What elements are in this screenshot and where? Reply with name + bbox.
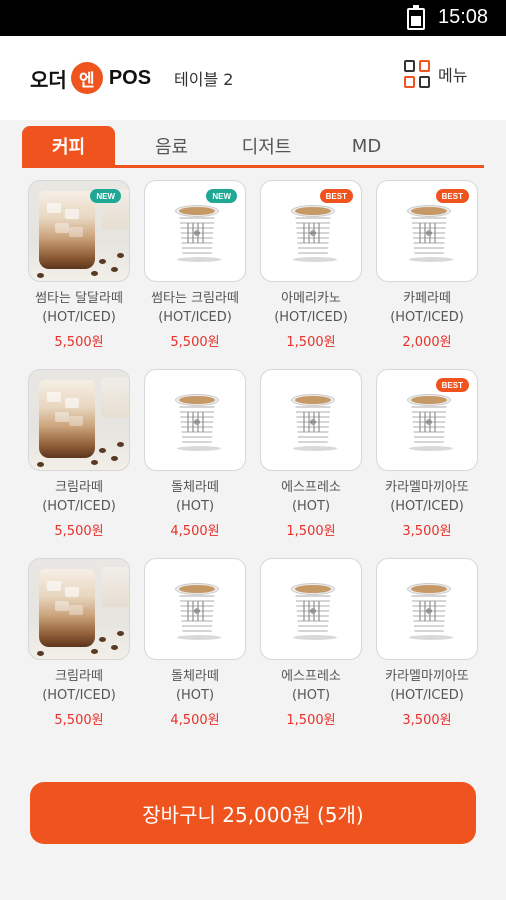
product-card[interactable]: 카라멜마끼아또 (HOT/ICED) 3,500원	[376, 558, 478, 728]
product-price: 1,500원	[286, 335, 336, 350]
tab-md[interactable]: MD	[320, 126, 413, 166]
product-name: 돌체라떼	[171, 480, 219, 495]
clock: 15:08	[438, 6, 489, 28]
product-image: BEST	[260, 180, 362, 282]
product-image	[144, 558, 246, 660]
product-card[interactable]: BEST 카라멜마끼아또 (HOT/ICED) 3,500원	[376, 369, 478, 539]
product-name-block: 크림라떼 (HOT/ICED)	[28, 478, 130, 516]
product-name-block: 돌체라떼 (HOT)	[144, 667, 246, 705]
product-temp: (HOT/ICED)	[158, 310, 232, 325]
product-price: 1,500원	[286, 713, 336, 728]
product-name-block: 에스프레소 (HOT)	[260, 667, 362, 705]
battery-icon	[407, 5, 425, 30]
logo-accent: 엔	[70, 62, 103, 94]
tab-coffee[interactable]: 커피	[22, 126, 115, 166]
product-name: 크림라떼	[55, 669, 103, 684]
product-image	[260, 369, 362, 471]
product-card[interactable]: NEW 썸타는 크림라떼 (HOT/ICED) 5,500원	[144, 180, 246, 350]
product-temp: (HOT/ICED)	[390, 688, 464, 703]
product-name-block: 썸타는 달달라떼 (HOT/ICED)	[28, 289, 130, 327]
product-card[interactable]: BEST 카페라떼 (HOT/ICED) 2,000원	[376, 180, 478, 350]
product-name-block: 카라멜마끼아또 (HOT/ICED)	[376, 478, 478, 516]
menu-label: 메뉴	[438, 66, 468, 85]
product-temp: (HOT/ICED)	[390, 499, 464, 514]
product-name-block: 카페라떼 (HOT/ICED)	[376, 289, 478, 327]
product-name-block: 썸타는 크림라떼 (HOT/ICED)	[144, 289, 246, 327]
product-image	[376, 558, 478, 660]
menu-button[interactable]: 메뉴	[404, 60, 467, 88]
logo: 오더 엔 POS	[30, 60, 151, 96]
product-price: 3,500원	[402, 713, 452, 728]
product-image	[28, 558, 130, 660]
grid-menu-icon	[404, 60, 430, 88]
product-temp: (HOT)	[175, 688, 215, 703]
cart-button[interactable]: 장바구니 25,000원 (5개)	[30, 782, 476, 844]
product-price: 5,500원	[54, 335, 104, 350]
app-header: 오더 엔 POS 테이블 2 메뉴	[0, 36, 506, 120]
product-name: 크림라떼	[55, 480, 103, 495]
product-name: 에스프레소	[281, 480, 341, 495]
product-temp: (HOT/ICED)	[390, 310, 464, 325]
status-bar: 15:08	[0, 0, 506, 36]
product-name: 카라멜마끼아또	[385, 480, 469, 495]
product-name-block: 아메리카노 (HOT/ICED)	[260, 289, 362, 327]
product-price: 1,500원	[286, 524, 336, 539]
product-name: 썸타는 달달라떼	[35, 291, 123, 306]
product-name: 아메리카노	[281, 291, 341, 306]
tab-underline	[22, 165, 484, 168]
product-price: 5,500원	[54, 524, 104, 539]
product-name: 카페라떼	[403, 291, 451, 306]
product-name-block: 카라멜마끼아또 (HOT/ICED)	[376, 667, 478, 705]
product-price: 5,500원	[54, 713, 104, 728]
product-temp: (HOT)	[291, 688, 331, 703]
best-badge: BEST	[435, 189, 469, 203]
product-price: 4,500원	[170, 524, 220, 539]
product-name: 에스프레소	[281, 669, 341, 684]
new-badge: NEW	[90, 189, 121, 203]
product-price: 4,500원	[170, 713, 220, 728]
product-temp: (HOT)	[291, 499, 331, 514]
product-temp: (HOT/ICED)	[42, 499, 116, 514]
product-card[interactable]: 크림라떼 (HOT/ICED) 5,500원	[28, 369, 130, 539]
table-label: 테이블 2	[174, 70, 234, 89]
product-price: 3,500원	[402, 524, 452, 539]
product-temp: (HOT/ICED)	[274, 310, 348, 325]
product-temp: (HOT/ICED)	[42, 310, 116, 325]
product-image: BEST	[376, 180, 478, 282]
tab-dessert[interactable]: 디저트	[220, 126, 313, 166]
product-name-block: 에스프레소 (HOT)	[260, 478, 362, 516]
best-badge: BEST	[435, 378, 469, 392]
product-card[interactable]: 에스프레소 (HOT) 1,500원	[260, 369, 362, 539]
product-name-block: 돌체라떼 (HOT)	[144, 478, 246, 516]
product-image: BEST	[376, 369, 478, 471]
new-badge: NEW	[206, 189, 237, 203]
product-card[interactable]: 돌체라떼 (HOT) 4,500원	[144, 369, 246, 539]
product-image	[144, 369, 246, 471]
product-card[interactable]: 에스프레소 (HOT) 1,500원	[260, 558, 362, 728]
product-temp: (HOT/ICED)	[42, 688, 116, 703]
product-image: NEW	[144, 180, 246, 282]
logo-text-left: 오더	[30, 69, 67, 92]
product-card[interactable]: NEW 썸타는 달달라떼 (HOT/ICED) 5,500원	[28, 180, 130, 350]
product-name: 카라멜마끼아또	[385, 669, 469, 684]
product-card[interactable]: BEST 아메리카노 (HOT/ICED) 1,500원	[260, 180, 362, 350]
product-card[interactable]: 크림라떼 (HOT/ICED) 5,500원	[28, 558, 130, 728]
product-price: 2,000원	[402, 335, 452, 350]
product-image: NEW	[28, 180, 130, 282]
product-name-block: 크림라떼 (HOT/ICED)	[28, 667, 130, 705]
product-card[interactable]: 돌체라떼 (HOT) 4,500원	[144, 558, 246, 728]
product-image	[28, 369, 130, 471]
product-price: 5,500원	[170, 335, 220, 350]
product-name: 돌체라떼	[171, 669, 219, 684]
category-tabs: 커피 음료 디저트 MD	[22, 126, 484, 168]
product-name: 썸타는 크림라떼	[151, 291, 239, 306]
best-badge: BEST	[319, 189, 353, 203]
tab-drinks[interactable]: 음료	[125, 126, 218, 166]
product-temp: (HOT)	[175, 499, 215, 514]
logo-text-pos: POS	[108, 66, 152, 89]
product-image	[260, 558, 362, 660]
